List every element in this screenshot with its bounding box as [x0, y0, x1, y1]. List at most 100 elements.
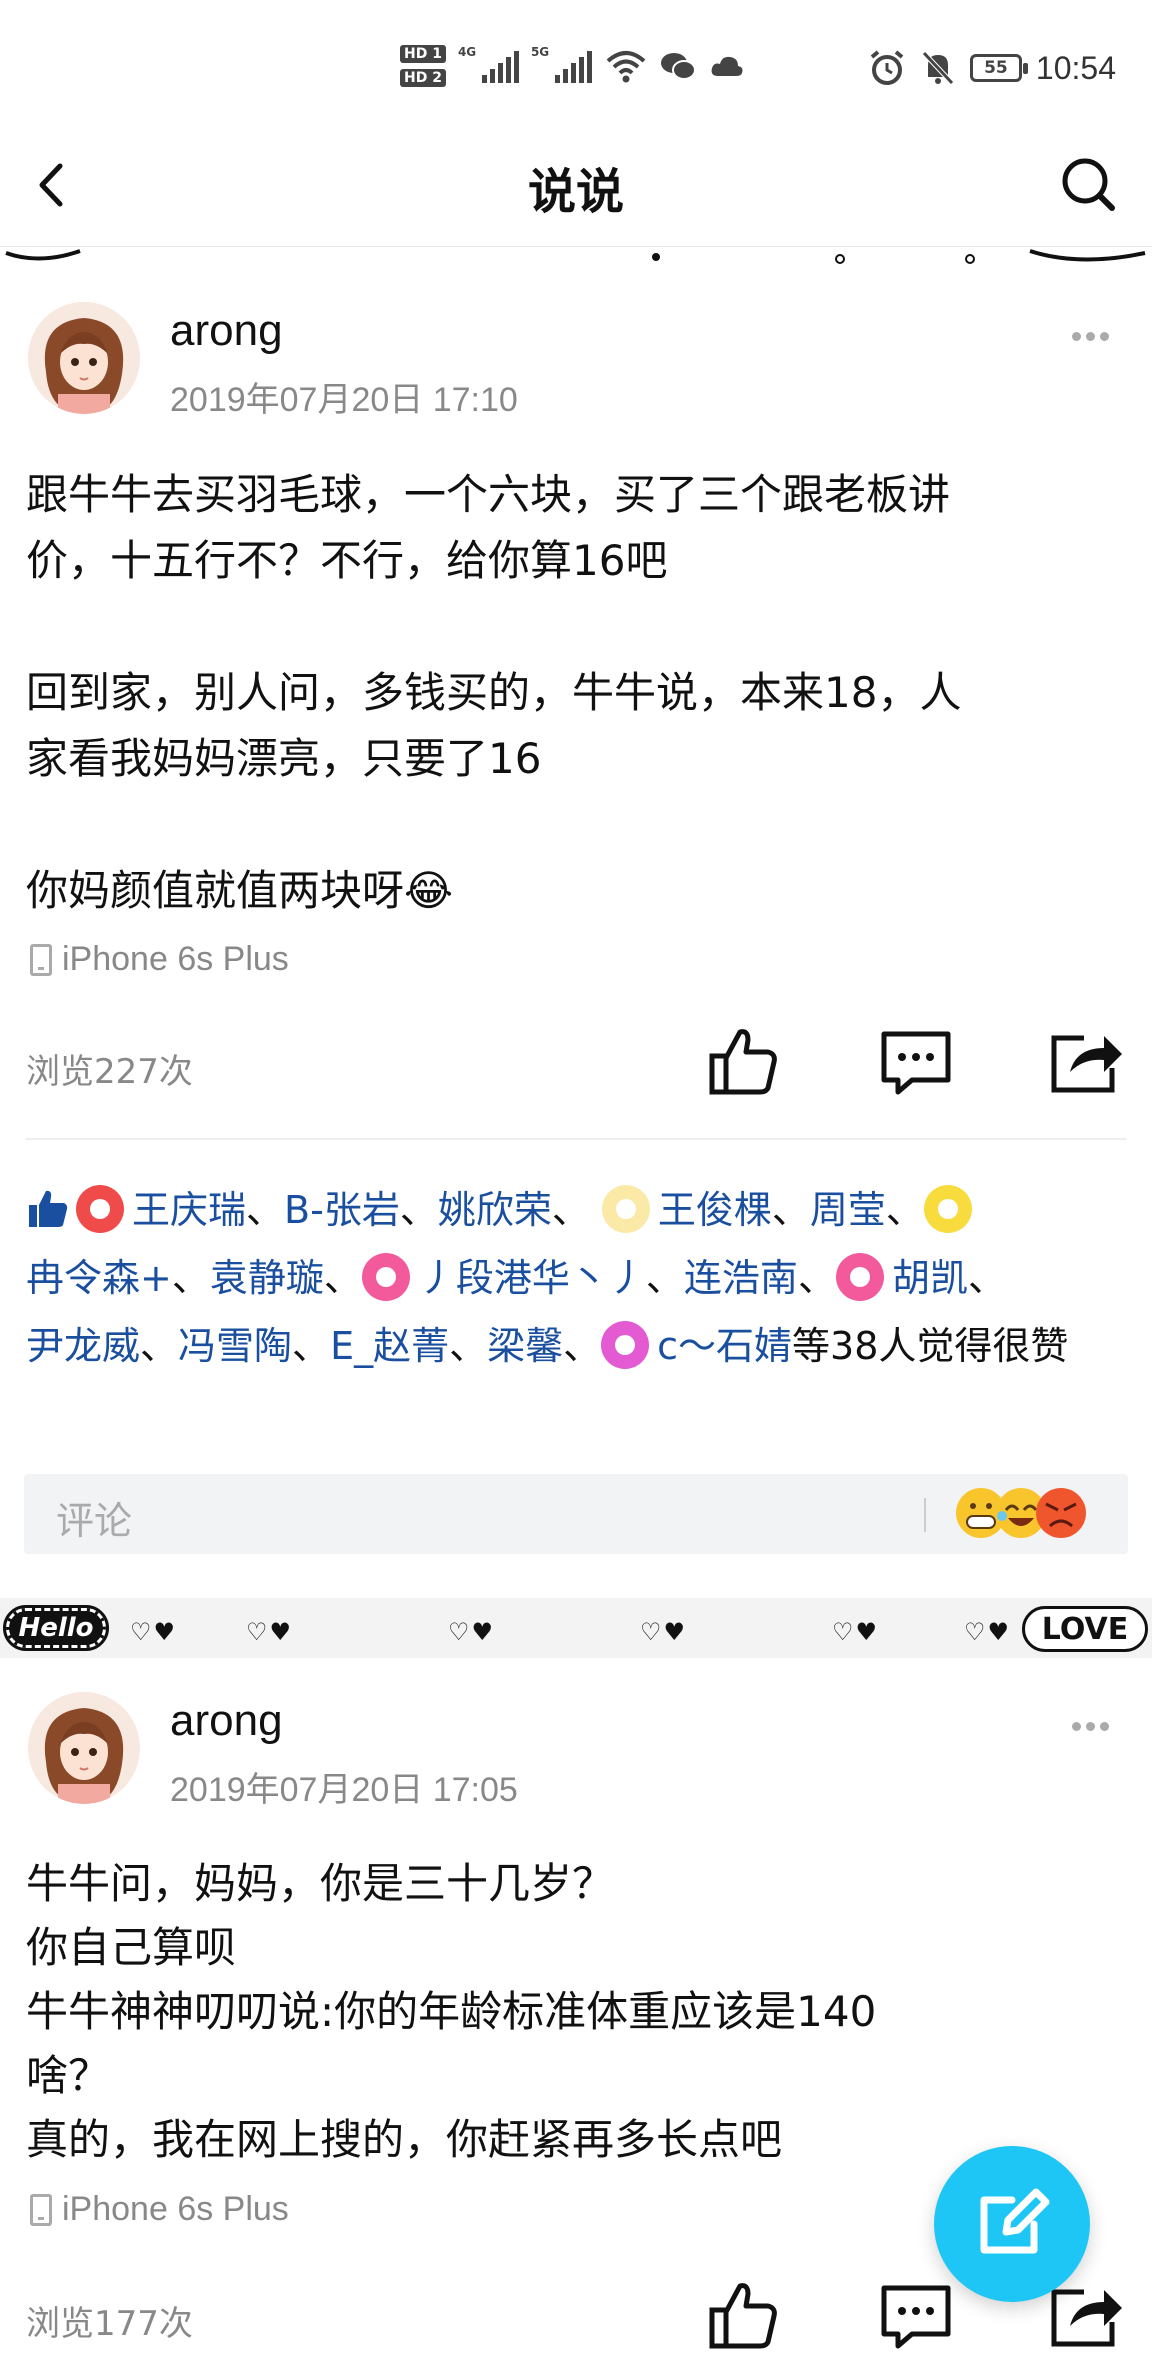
- phone-icon: [30, 943, 52, 976]
- content-line: 跟牛牛去买羽毛球，一个六块，买了三个跟老板讲: [26, 470, 951, 519]
- content-line: 啥？: [26, 2051, 111, 2100]
- liker-name[interactable]: 王庆瑞: [132, 1188, 246, 1232]
- member-badge-icon: [923, 1184, 972, 1233]
- content-line: 你自己算呗: [26, 1923, 237, 1972]
- liker-name[interactable]: 梁馨: [487, 1324, 563, 1368]
- clock: 10:54: [1035, 49, 1116, 86]
- separator: 、: [246, 1188, 285, 1232]
- liker-name[interactable]: 袁静璇: [210, 1256, 324, 1300]
- member-badge-icon: [76, 1184, 124, 1233]
- liker-name[interactable]: 连浩南: [684, 1256, 798, 1300]
- like-icon[interactable]: [704, 2276, 784, 2356]
- hearts-decoration: ♡♥: [130, 1618, 178, 1646]
- hearts-decoration: ♡♥: [246, 1618, 294, 1646]
- navbar: 说说: [0, 130, 1152, 256]
- separator: 、: [551, 1188, 590, 1232]
- page-title: 说说: [527, 164, 624, 220]
- member-badge-icon: [361, 1252, 410, 1301]
- separator: 、: [140, 1324, 179, 1368]
- separator: 、: [449, 1324, 488, 1368]
- avatar[interactable]: [28, 302, 140, 414]
- comment-input[interactable]: 评论: [24, 1474, 1128, 1554]
- more-options-icon[interactable]: [1072, 326, 1122, 346]
- content-line: 家看我妈妈漂亮，只要了16: [26, 734, 542, 783]
- member-badge-icon: [835, 1252, 884, 1301]
- content-line: [26, 792, 1126, 858]
- post-time: 2019年07月20日 17:10: [170, 381, 518, 419]
- view-count: 浏览227次: [26, 1052, 193, 1092]
- liker-name[interactable]: 尹龙威: [26, 1324, 140, 1368]
- hearts-decoration: ♡♥: [964, 1618, 1012, 1646]
- search-icon[interactable]: [1054, 150, 1124, 220]
- angry-emoji-icon[interactable]: [1034, 1486, 1088, 1540]
- liker-name[interactable]: 姚欣荣: [438, 1188, 552, 1232]
- member-badge-icon: [601, 1320, 650, 1369]
- separator: 、: [885, 1188, 924, 1232]
- avatar[interactable]: [28, 1692, 140, 1804]
- liker-name[interactable]: 冯雪陶: [178, 1324, 292, 1368]
- device-label: iPhone 6s Plus: [30, 2190, 289, 2229]
- decoration-strip-top: [0, 246, 1152, 270]
- separator: 、: [292, 1324, 331, 1368]
- device-label: iPhone 6s Plus: [30, 940, 289, 979]
- likes-summary[interactable]: 等38人觉得很赞: [792, 1324, 1068, 1368]
- liked-thumb-icon: [29, 1190, 68, 1227]
- wifi-icon: [606, 51, 646, 83]
- phone-icon: [30, 2193, 52, 2226]
- liker-name[interactable]: 王俊棵: [658, 1188, 772, 1232]
- liker-name[interactable]: E_赵菁: [330, 1324, 449, 1368]
- wechat-icon: [660, 53, 696, 80]
- share-icon[interactable]: [1046, 1022, 1126, 1102]
- avatar-image: [28, 302, 140, 414]
- liker-name[interactable]: 冉令森+: [26, 1256, 172, 1300]
- separator: 、: [171, 1256, 210, 1300]
- content-line: 牛牛问，妈妈，你是三十几岁？: [26, 1859, 615, 1908]
- battery-icon: 55: [969, 54, 1028, 82]
- liker-name[interactable]: 胡凯: [892, 1256, 968, 1300]
- content-line: 牛牛神神叨叨说:你的年龄标准体重应该是140: [26, 1987, 877, 2036]
- separator: 、: [563, 1324, 602, 1368]
- likes-list: 王庆瑞、B-张岩、姚欣荣、 王俊棵、周莹、 冉令森+、袁静璇、 丿段港华丶丿、连浩南、…: [26, 1176, 1126, 1380]
- decoration-strip: Hello ♡♥ ♡♥ ♡♥ ♡♥ ♡♥ ♡♥ LOVE: [0, 1598, 1152, 1658]
- net2-label: 5G: [530, 45, 550, 59]
- decoration-edge: [5, 249, 1146, 264]
- hd-indicator: HD 1 HD 2: [400, 45, 446, 87]
- separator: 、: [797, 1256, 836, 1300]
- battery-level: 55: [984, 58, 1008, 78]
- hd2-label: HD 2: [400, 69, 446, 87]
- post-author[interactable]: arong: [170, 306, 283, 356]
- comment-placeholder: 评论: [56, 1499, 133, 1543]
- post-content: 跟牛牛去买羽毛球，一个六块，买了三个跟老板讲 价，十五行不？不行，给你算16吧 …: [26, 462, 1126, 924]
- hearts-decoration: ♡♥: [832, 1618, 880, 1646]
- content-line: 回到家，别人问，多钱买的，牛牛说，本来18，人: [26, 668, 962, 717]
- device-name: iPhone 6s Plus: [62, 2190, 289, 2228]
- separator: 、: [771, 1188, 810, 1232]
- view-count: 浏览177次: [26, 2304, 193, 2344]
- liker-name[interactable]: 丿段港华丶丿: [418, 1256, 646, 1300]
- edit-icon: [980, 2188, 1050, 2254]
- like-icon[interactable]: [704, 1022, 784, 1102]
- status-bar: HD 1 HD 2 4G 5G 55 10:54: [0, 0, 1152, 130]
- comment-icon[interactable]: [876, 1022, 956, 1102]
- post-author[interactable]: arong: [170, 1696, 283, 1746]
- signal-icon-5g: 5G: [531, 45, 592, 83]
- member-badge-icon: [601, 1184, 650, 1233]
- hearts-decoration: ♡♥: [640, 1618, 688, 1646]
- liker-name[interactable]: c～石婧: [657, 1324, 792, 1368]
- hearts-decoration: ♡♥: [448, 1618, 496, 1646]
- hd1-label: HD 1: [400, 45, 446, 63]
- status-left: HD 1 HD 2 4G 5G: [400, 36, 744, 96]
- comment-separator: [924, 1498, 926, 1532]
- avatar-image: [28, 1692, 140, 1804]
- cloud-icon: [711, 56, 743, 76]
- status-right: 55 10:54: [868, 40, 1116, 96]
- liker-name[interactable]: 周莹: [810, 1188, 886, 1232]
- alarm-icon: [870, 50, 904, 85]
- liker-name[interactable]: B-张岩: [284, 1188, 400, 1232]
- content-line: 价，十五行不？不行，给你算16吧: [26, 536, 668, 585]
- separator: 、: [645, 1256, 684, 1300]
- separator: 、: [323, 1256, 362, 1300]
- compose-button[interactable]: [934, 2146, 1090, 2302]
- more-options-icon[interactable]: [1072, 1716, 1122, 1736]
- signal-icon-4g: 4G: [458, 45, 519, 83]
